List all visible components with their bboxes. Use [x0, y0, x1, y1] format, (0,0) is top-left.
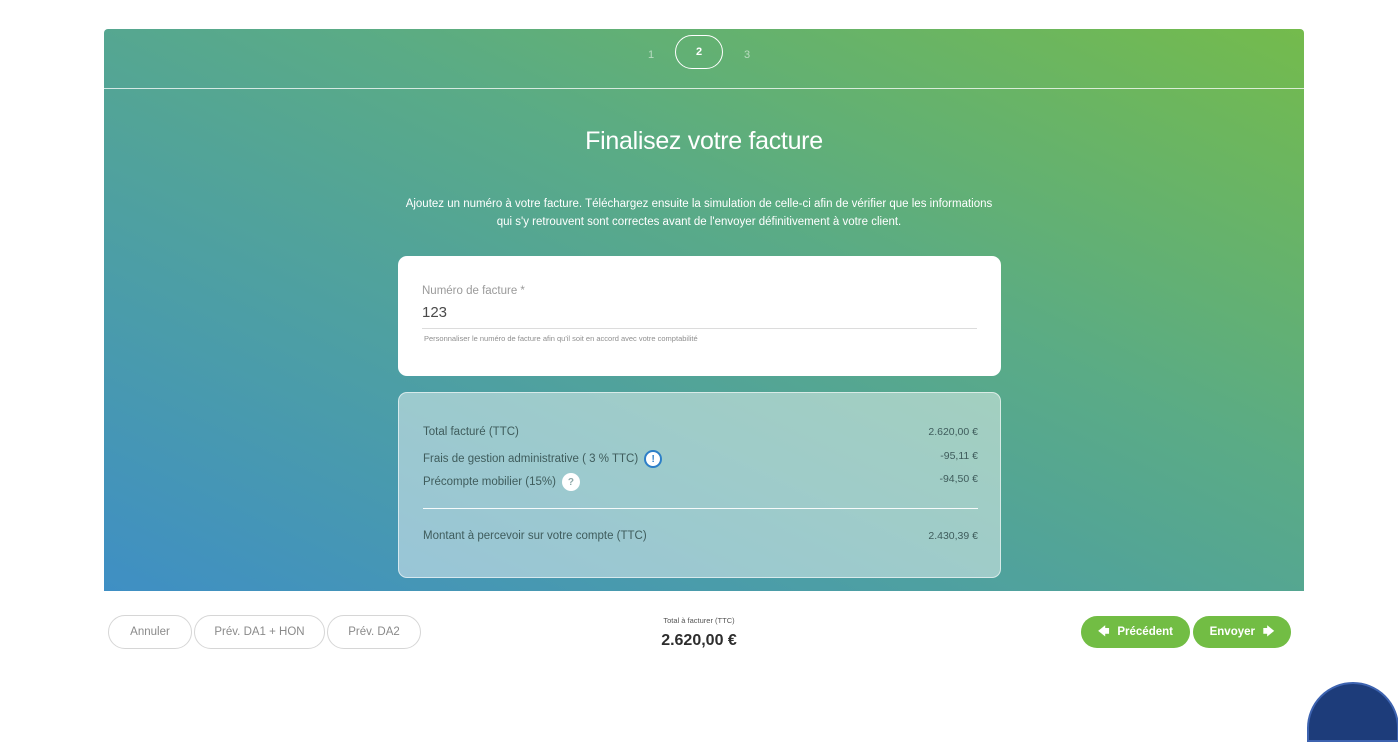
summary-divider: [423, 508, 978, 509]
step-3[interactable]: 3: [744, 49, 750, 61]
summary-label: Total facturé (TTC): [423, 426, 519, 438]
page-title: Finalisez votre facture: [585, 127, 823, 155]
invoice-number-help: Personnaliser le numéro de facture afin …: [424, 334, 698, 343]
summary-row-total-billed: Total facturé (TTC) 2.620,00 €: [423, 426, 978, 446]
cancel-button[interactable]: Annuler: [108, 615, 192, 649]
arrow-right-icon: 🡆: [1263, 625, 1275, 638]
previous-button-label: Précédent: [1117, 626, 1173, 638]
page-description: Ajoutez un numéro à votre facture. Téléc…: [394, 195, 1004, 231]
summary-row-admin-fees: Frais de gestion administrative ( 3 % TT…: [423, 450, 978, 470]
preview-da2-button[interactable]: Prév. DA2: [327, 615, 421, 649]
invoice-number-label: Numéro de facture *: [422, 285, 525, 297]
info-icon[interactable]: !: [644, 450, 663, 468]
step-1[interactable]: 1: [648, 49, 654, 61]
arrow-left-icon: 🡄: [1098, 625, 1110, 638]
input-underline: [422, 328, 977, 329]
summary-value: -94,50 €: [939, 473, 978, 485]
description-line-1: Ajoutez un numéro à votre facture. Téléc…: [405, 198, 993, 210]
footer-total-value: 2.620,00 €: [661, 632, 737, 649]
summary-label: Précompte mobilier (15%): [423, 476, 556, 488]
summary-value: 2.620,00 €: [928, 426, 978, 438]
summary-total-value: 2.430,39 €: [928, 530, 978, 542]
invoice-number-card: Numéro de facture * 123 Personnaliser le…: [398, 256, 1001, 376]
summary-row-withholding-tax: Précompte mobilier (15%) ? -94,50 €: [423, 473, 978, 493]
send-button-label: Envoyer: [1209, 626, 1255, 638]
summary-label: Frais de gestion administrative ( 3 % TT…: [423, 453, 639, 465]
description-line-2: qui s'y retrouvent sont correctes avant …: [496, 216, 902, 228]
previous-button[interactable]: 🡄 Précédent: [1081, 616, 1190, 648]
invoice-number-input[interactable]: 123: [422, 304, 447, 321]
summary-value: -95,11 €: [940, 450, 978, 462]
summary-row-net-amount: Montant à percevoir sur votre compte (TT…: [423, 530, 978, 550]
summary-total-label: Montant à percevoir sur votre compte (TT…: [423, 530, 647, 542]
preview-da1-button[interactable]: Prév. DA1 + HON: [194, 615, 325, 649]
send-button[interactable]: Envoyer 🡆: [1193, 616, 1291, 648]
summary-card: Total facturé (TTC) 2.620,00 € Frais de …: [398, 392, 1001, 578]
chat-widget-button[interactable]: [1307, 682, 1398, 742]
step-2-active[interactable]: 2: [675, 35, 723, 69]
footer-total-label: Total à facturer (TTC): [663, 616, 735, 625]
invoice-wizard-panel: 1 2 3 Finalisez votre facture Ajoutez un…: [104, 29, 1304, 591]
stepper: 1 2 3: [104, 29, 1304, 89]
help-icon[interactable]: ?: [561, 473, 580, 491]
